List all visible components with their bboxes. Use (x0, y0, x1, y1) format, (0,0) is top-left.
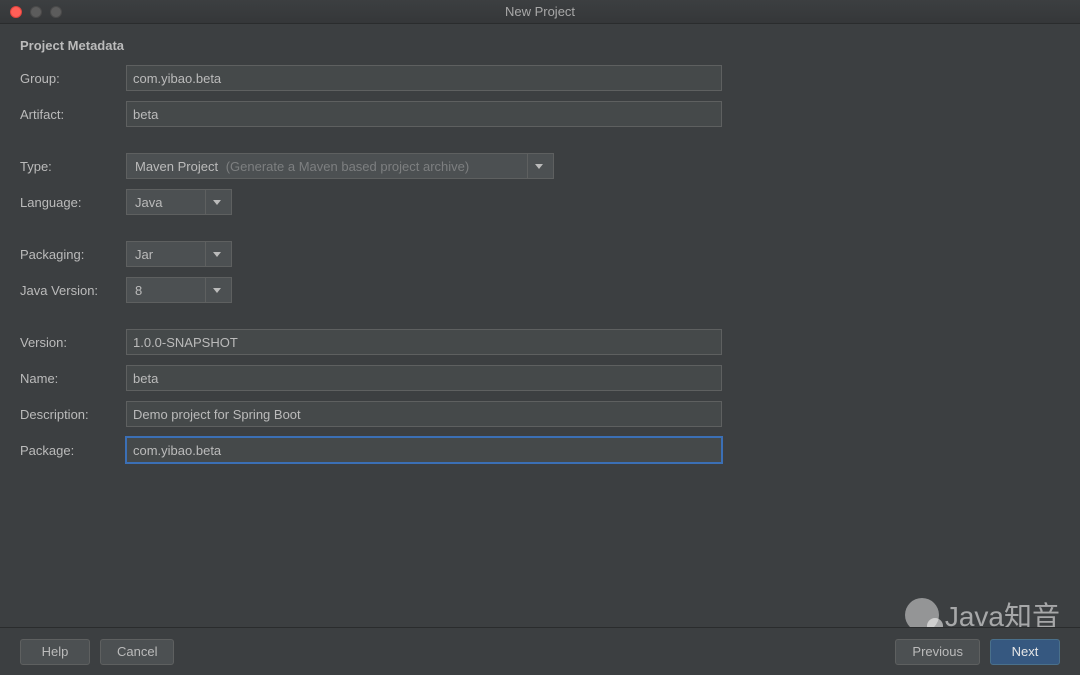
zoom-icon (50, 6, 62, 18)
language-select[interactable]: Java (126, 189, 232, 215)
cancel-button[interactable]: Cancel (100, 639, 174, 665)
group-label: Group: (20, 71, 120, 86)
titlebar: New Project (0, 0, 1080, 24)
minimize-icon (30, 6, 42, 18)
package-input[interactable] (126, 437, 722, 463)
java-version-value: 8 (135, 283, 205, 298)
java-version-select[interactable]: 8 (126, 277, 232, 303)
next-button[interactable]: Next (990, 639, 1060, 665)
language-label: Language: (20, 195, 120, 210)
description-input[interactable] (126, 401, 722, 427)
type-value: Maven Project (135, 159, 218, 174)
window-controls (0, 6, 62, 18)
close-icon[interactable] (10, 6, 22, 18)
dialog-footer: Help Cancel Previous Next (0, 627, 1080, 675)
type-hint: (Generate a Maven based project archive) (226, 159, 470, 174)
window-title: New Project (505, 4, 575, 19)
group-input[interactable] (126, 65, 722, 91)
type-label: Type: (20, 159, 120, 174)
type-select[interactable]: Maven Project (Generate a Maven based pr… (126, 153, 554, 179)
package-label: Package: (20, 443, 120, 458)
version-input[interactable] (126, 329, 722, 355)
chevron-down-icon (213, 200, 221, 205)
version-label: Version: (20, 335, 120, 350)
help-button[interactable]: Help (20, 639, 90, 665)
metadata-form: Group: Artifact: Type: Maven Project (Ge… (20, 65, 1060, 463)
chevron-down-icon (213, 288, 221, 293)
name-input[interactable] (126, 365, 722, 391)
description-label: Description: (20, 407, 120, 422)
chevron-down-icon (535, 164, 543, 169)
chevron-down-icon (213, 252, 221, 257)
java-version-label: Java Version: (20, 283, 120, 298)
artifact-label: Artifact: (20, 107, 120, 122)
section-header: Project Metadata (20, 38, 1060, 53)
name-label: Name: (20, 371, 120, 386)
dialog-content: Project Metadata Group: Artifact: Type: … (0, 24, 1080, 463)
artifact-input[interactable] (126, 101, 722, 127)
language-value: Java (135, 195, 205, 210)
packaging-value: Jar (135, 247, 205, 262)
previous-button[interactable]: Previous (895, 639, 980, 665)
packaging-select[interactable]: Jar (126, 241, 232, 267)
packaging-label: Packaging: (20, 247, 120, 262)
